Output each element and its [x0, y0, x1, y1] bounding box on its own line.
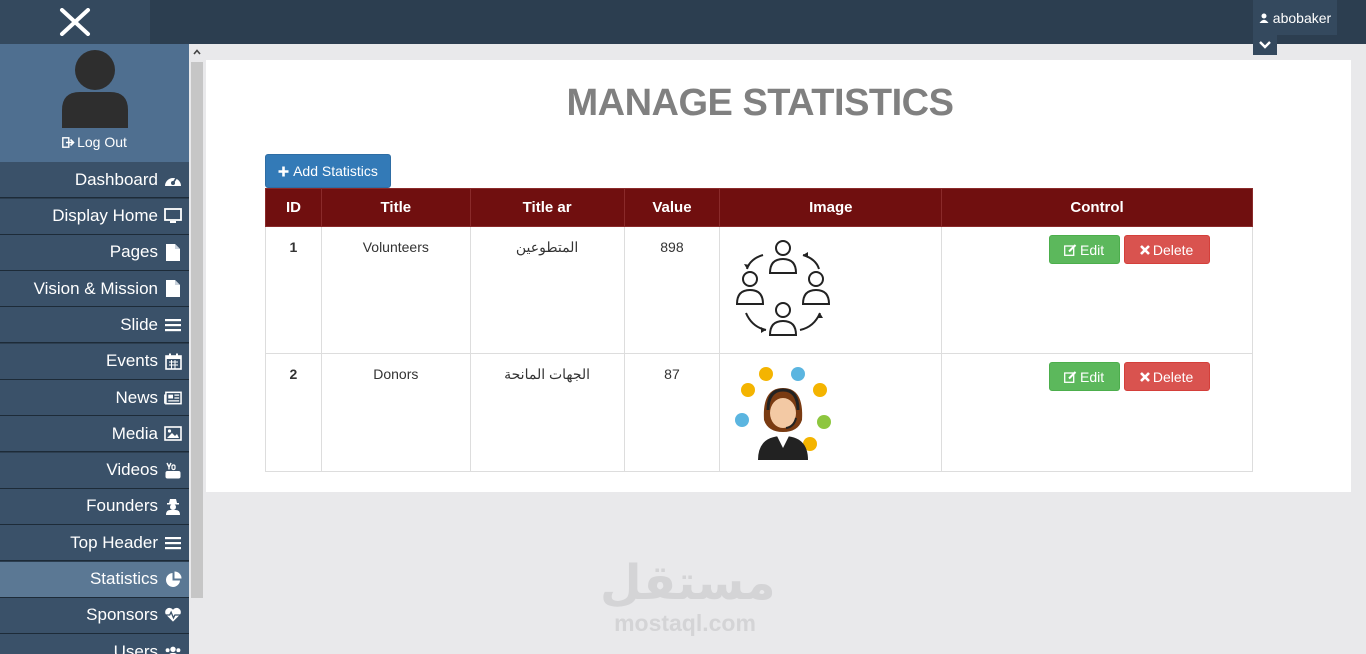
avatar — [61, 50, 128, 128]
cell-id: 1 — [265, 226, 322, 354]
cell-control: Edit Delete — [941, 353, 1253, 472]
chevron-up-icon — [193, 49, 201, 55]
desktop-icon — [164, 207, 182, 225]
chevron-down-icon — [1259, 41, 1271, 49]
close-icon — [1139, 244, 1150, 255]
edit-icon — [1064, 370, 1077, 383]
dashboard-icon — [164, 171, 182, 189]
column-header-title: Title — [320, 188, 471, 227]
sidebar-item-statistics[interactable]: Statistics — [0, 561, 189, 598]
add-statistics-button[interactable]: Add Statistics — [265, 154, 391, 188]
cell-title-ar: الجهات المانحة — [469, 353, 625, 472]
main-panel: MANAGE STATISTICS Add Statistics ID Titl… — [206, 60, 1351, 492]
sidebar-item-news[interactable]: News — [0, 380, 189, 417]
sidebar-item-sponsors[interactable]: Sponsors — [0, 597, 189, 634]
page-title: MANAGE STATISTICS — [566, 82, 954, 124]
sidebar-item-users[interactable]: Users — [0, 634, 189, 654]
table-row: 1 Volunteers المتطوعين 898 Edit Delete — [265, 226, 1253, 354]
sidebar-item-dashboard[interactable]: Dashboard — [0, 162, 189, 199]
statistics-table: ID Title Title ar Value Image Control 1 … — [265, 188, 1253, 472]
watermark: مستقل mostaql.com — [600, 555, 776, 636]
scroll-up-button[interactable] — [189, 44, 205, 60]
edit-icon — [1064, 243, 1077, 256]
newspaper-icon — [164, 389, 182, 407]
cell-title: Donors — [320, 353, 471, 472]
file-icon — [164, 243, 182, 261]
column-header-title-ar: Title ar — [469, 188, 625, 227]
image-icon — [164, 425, 182, 443]
sidebar-item-events[interactable]: Events — [0, 343, 189, 380]
sidebar-item-videos[interactable]: Videos — [0, 452, 189, 489]
sidebar-item-display-home[interactable]: Display Home — [0, 198, 189, 235]
delete-button[interactable]: Delete — [1123, 362, 1210, 391]
column-header-id: ID — [265, 188, 322, 227]
cell-title: Volunteers — [320, 226, 471, 354]
sign-out-icon — [62, 136, 75, 148]
volunteers-network-image — [736, 240, 831, 336]
heartbeat-icon — [164, 606, 182, 624]
support-agent-image — [735, 367, 832, 460]
cell-control: Edit Delete — [941, 226, 1253, 354]
top-bar: abobaker — [0, 0, 1366, 55]
cell-title-ar: المتطوعين — [469, 226, 625, 354]
cell-id: 2 — [265, 353, 322, 472]
delete-button[interactable]: Delete — [1123, 235, 1210, 264]
column-header-value: Value — [623, 188, 721, 227]
sidebar-item-top-header[interactable]: Top Header — [0, 525, 189, 562]
watermark-arabic: مستقل — [600, 555, 776, 611]
cell-value: 898 — [623, 226, 721, 354]
username: abobaker — [1272, 9, 1332, 26]
edit-button[interactable]: Edit — [1048, 235, 1120, 264]
table-header-row: ID Title Title ar Value Image Control — [265, 188, 1253, 227]
column-header-image: Image — [719, 188, 943, 227]
users-icon — [164, 643, 182, 654]
table-row: 2 Donors الجهات المانحة 87 Edit Delete — [265, 353, 1253, 472]
bars-icon — [164, 534, 182, 552]
column-header-control: Control — [941, 188, 1253, 227]
menu-toggle-button[interactable] — [0, 0, 150, 44]
bars-icon — [164, 316, 182, 334]
cell-value: 87 — [623, 353, 721, 472]
youtube-icon — [164, 461, 182, 479]
user-menu-dropdown[interactable] — [1253, 35, 1277, 55]
close-icon — [1139, 371, 1150, 382]
scrollbar-thumb[interactable] — [191, 62, 203, 598]
pie-chart-icon — [164, 570, 182, 588]
plus-icon — [278, 166, 289, 176]
sidebar-item-vision-mission[interactable]: Vision & Mission — [0, 271, 189, 308]
cell-image — [719, 353, 943, 472]
sidebar-item-slide[interactable]: Slide — [0, 307, 189, 344]
cell-image — [719, 226, 943, 354]
user-menu[interactable]: abobaker — [1253, 0, 1337, 35]
close-icon — [60, 8, 90, 36]
edit-button[interactable]: Edit — [1048, 362, 1120, 391]
sidebar-item-pages[interactable]: Pages — [0, 234, 189, 271]
sidebar-item-media[interactable]: Media — [0, 416, 189, 453]
sidebar: Log Out Dashboard Display Home Pages Vis… — [0, 44, 189, 654]
user-secret-icon — [164, 497, 182, 515]
file-icon — [164, 280, 182, 298]
calendar-icon — [164, 352, 182, 370]
profile-panel: Log Out — [0, 44, 189, 162]
user-icon — [1259, 13, 1269, 23]
logout-link[interactable]: Log Out — [62, 134, 127, 150]
watermark-latin: mostaql.com — [614, 610, 756, 636]
sidebar-item-founders[interactable]: Founders — [0, 488, 189, 525]
